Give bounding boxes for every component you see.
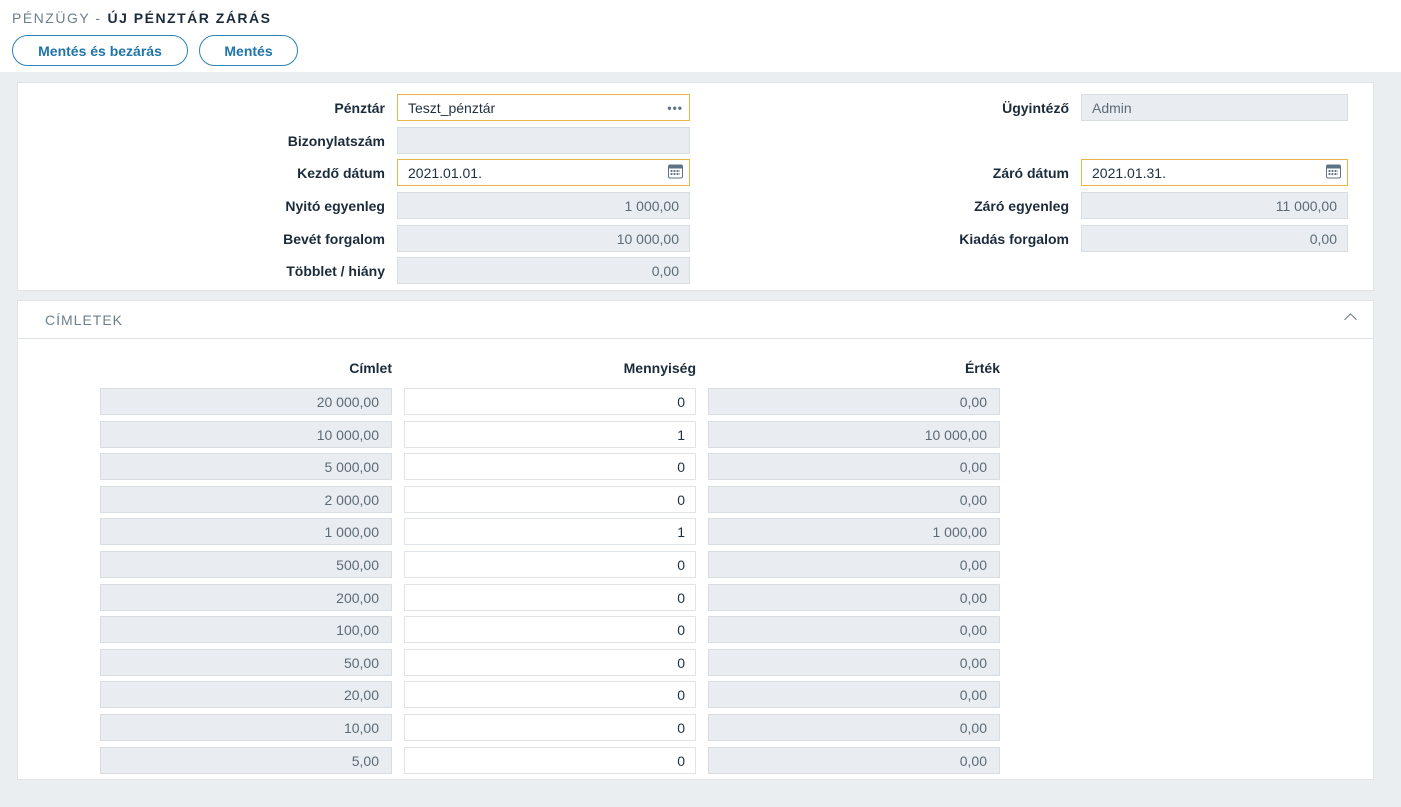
tobblet-hiany-field: 0,00 (397, 257, 690, 284)
ertek-cell: 0,00 (708, 453, 1000, 480)
ertek-cell: 10 000,00 (708, 421, 1000, 448)
kezdo-datum-label: Kezdő dátum (297, 165, 385, 181)
ugyintezo-field: Admin (1081, 94, 1348, 121)
cimlet-cell: 20,00 (100, 681, 392, 708)
lookup-dots-icon[interactable]: ••• (667, 102, 683, 114)
ertek-cell: 0,00 (708, 714, 1000, 741)
penztar-label: Pénztár (334, 100, 385, 116)
mennyiseg-input[interactable]: 0 (404, 714, 696, 741)
mennyiseg-input[interactable]: 0 (404, 616, 696, 643)
mennyiseg-input[interactable]: 0 (404, 453, 696, 480)
kiadas-forgalom-field: 0,00 (1081, 225, 1348, 252)
zaro-egyenleg-field: 11 000,00 (1081, 192, 1348, 219)
mennyiseg-input[interactable]: 0 (404, 486, 696, 513)
cimlet-cell: 10 000,00 (100, 421, 392, 448)
page-header: PÉNZÜGY - ÚJ PÉNZTÁR ZÁRÁS Mentés és bezá… (0, 0, 1401, 72)
penztar-value: Teszt_pénztár (408, 99, 496, 116)
calendar-icon[interactable] (1326, 164, 1341, 181)
cimlet-cell: 100,00 (100, 616, 392, 643)
mennyiseg-input[interactable]: 0 (404, 388, 696, 415)
breadcrumb[interactable]: PÉNZÜGY - (12, 10, 101, 26)
ertek-cell: 0,00 (708, 388, 1000, 415)
cimlet-cell: 500,00 (100, 551, 392, 578)
save-button[interactable]: Mentés (199, 35, 298, 66)
chevron-up-icon[interactable] (1344, 313, 1357, 326)
zaro-datum-label: Záró dátum (992, 165, 1069, 181)
bevet-forgalom-field: 10 000,00 (397, 225, 690, 252)
mennyiseg-input[interactable]: 0 (404, 747, 696, 774)
cimlet-cell: 2 000,00 (100, 486, 392, 513)
col-header-cimlet: Címlet (349, 360, 392, 376)
cimletek-section-header[interactable]: CÍMLETEK (18, 301, 1373, 339)
mennyiseg-input[interactable]: 1 (404, 518, 696, 545)
nyito-egyenleg-label: Nyitó egyenleg (285, 198, 385, 214)
col-header-ertek: Érték (964, 360, 1000, 376)
page-title: PÉNZÜGY - ÚJ PÉNZTÁR ZÁRÁS (12, 10, 272, 26)
ertek-cell: 0,00 (708, 747, 1000, 774)
mennyiseg-input[interactable]: 0 (404, 681, 696, 708)
ertek-cell: 0,00 (708, 681, 1000, 708)
mennyiseg-input[interactable]: 0 (404, 649, 696, 676)
cimlet-cell: 10,00 (100, 714, 392, 741)
zaro-egyenleg-label: Záró egyenleg (974, 198, 1069, 214)
mennyiseg-input[interactable]: 0 (404, 584, 696, 611)
ertek-cell: 1 000,00 (708, 518, 1000, 545)
form-panel: Pénztár Teszt_pénztár ••• Bizonylatszám … (17, 82, 1374, 291)
bizonylatszam-field (397, 127, 690, 154)
cimletek-title: CÍMLETEK (45, 312, 124, 328)
tobblet-hiany-label: Többlet / hiány (286, 263, 385, 279)
col-header-mennyiseg: Mennyiség (623, 360, 696, 376)
penztar-field[interactable]: Teszt_pénztár ••• (397, 94, 690, 121)
page-title-current: ÚJ PÉNZTÁR ZÁRÁS (107, 10, 272, 26)
nyito-egyenleg-field: 1 000,00 (397, 192, 690, 219)
ugyintezo-label: Ügyintéző (1002, 100, 1069, 116)
ertek-cell: 0,00 (708, 616, 1000, 643)
bizonylatszam-label: Bizonylatszám (287, 133, 385, 149)
cimletek-panel: CÍMLETEK Címlet Mennyiség Érték 20 000,0… (17, 300, 1374, 780)
ertek-cell: 0,00 (708, 649, 1000, 676)
zaro-datum-value: 2021.01.31. (1092, 164, 1166, 181)
cimlet-cell: 200,00 (100, 584, 392, 611)
calendar-icon[interactable] (668, 164, 683, 181)
ertek-cell: 0,00 (708, 584, 1000, 611)
kiadas-forgalom-label: Kiadás forgalom (959, 231, 1069, 247)
ertek-cell: 0,00 (708, 551, 1000, 578)
cimlet-cell: 1 000,00 (100, 518, 392, 545)
cimlet-cell: 5 000,00 (100, 453, 392, 480)
cimlet-cell: 50,00 (100, 649, 392, 676)
cimlet-cell: 20 000,00 (100, 388, 392, 415)
kezdo-datum-value: 2021.01.01. (408, 164, 482, 181)
bevet-forgalom-label: Bevét forgalom (283, 231, 385, 247)
mennyiseg-input[interactable]: 0 (404, 551, 696, 578)
cimlet-cell: 5,00 (100, 747, 392, 774)
save-and-close-button[interactable]: Mentés és bezárás (12, 35, 188, 66)
zaro-datum-field[interactable]: 2021.01.31. (1081, 159, 1348, 186)
ertek-cell: 0,00 (708, 486, 1000, 513)
kezdo-datum-field[interactable]: 2021.01.01. (397, 159, 690, 186)
mennyiseg-input[interactable]: 1 (404, 421, 696, 448)
